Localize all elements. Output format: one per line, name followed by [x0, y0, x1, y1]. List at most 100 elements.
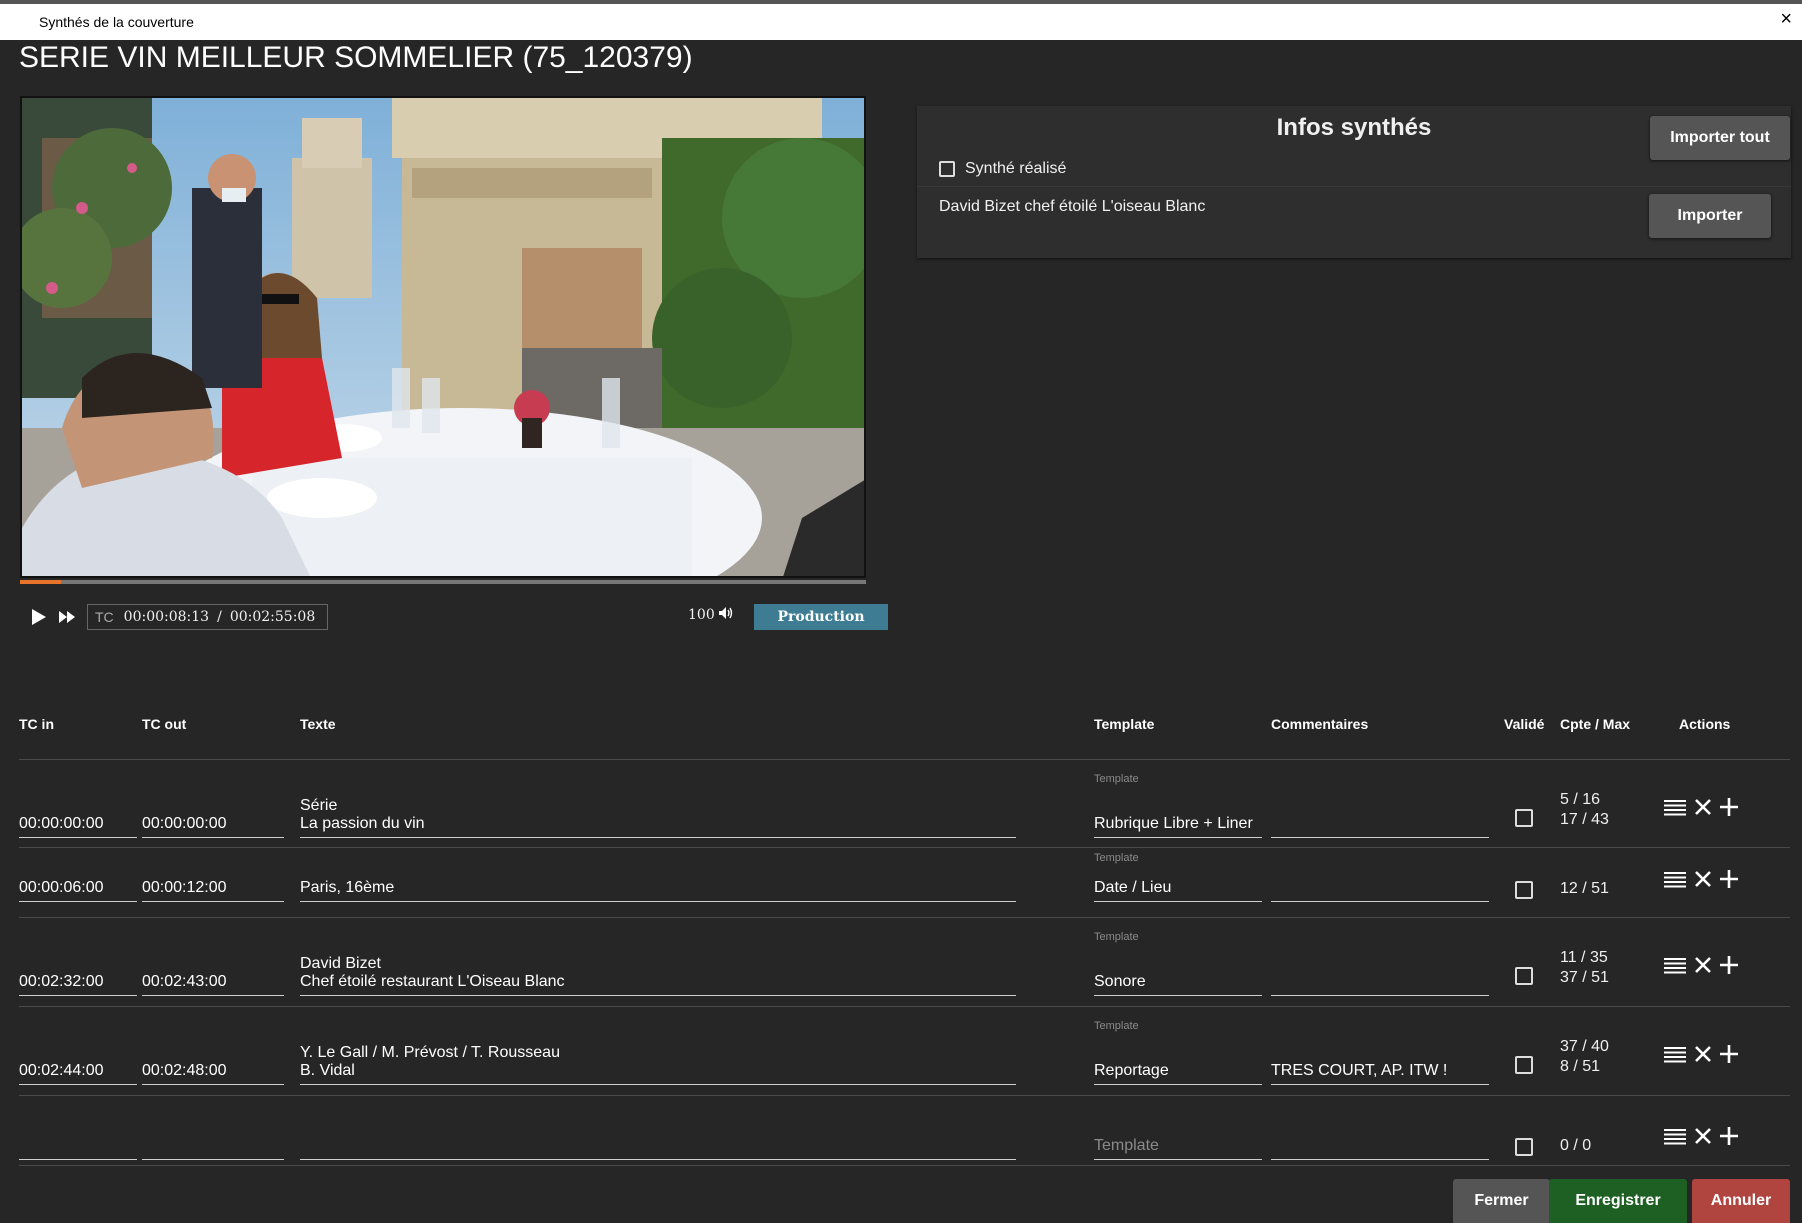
import-button[interactable]: Importer [1649, 194, 1771, 238]
header-texte: Texte [300, 716, 336, 732]
enregistrer-button[interactable]: Enregistrer [1549, 1179, 1687, 1223]
texte-field-line-1: Y. Le Gall / M. Prévost / T. Rousseau [300, 1044, 560, 1061]
valide-checkbox[interactable] [1515, 809, 1533, 827]
add-icon[interactable] [1719, 869, 1739, 889]
template-field[interactable]: Template Sonore [1094, 931, 1262, 996]
tc-in-field[interactable]: 00:00:06:00 [19, 855, 137, 902]
annuler-button[interactable]: Annuler [1692, 1179, 1790, 1223]
video-progress-bar[interactable] [20, 580, 866, 584]
template-field-label: Template [1094, 931, 1139, 943]
tc-in-field[interactable]: 00:02:44:00 [19, 1023, 137, 1085]
texte-field[interactable]: Série La passion du vin [300, 776, 1016, 838]
volume-control[interactable]: 100 [688, 607, 733, 623]
tc-out-field[interactable]: 00:00:00:00 [142, 776, 284, 838]
window-title: Synthés de la couverture [39, 14, 194, 30]
tc-in-field[interactable]: 00:00:00:00 [19, 776, 137, 838]
tc-out-field[interactable] [142, 1112, 284, 1160]
cpte-max-value: 5 / 16 17 / 43 [1560, 790, 1609, 830]
fast-forward-icon[interactable] [59, 603, 75, 631]
commentaire-field[interactable] [1271, 1112, 1489, 1160]
tc-in-field-value: 00:02:44:00 [19, 1062, 104, 1080]
cpte-line-2: 8 / 51 [1560, 1058, 1601, 1075]
window-close-icon[interactable]: × [1780, 8, 1792, 31]
add-icon[interactable] [1719, 1044, 1739, 1064]
tc-out-field-value: 00:00:12:00 [142, 879, 227, 897]
header-tc-out: TC out [142, 716, 187, 732]
row-actions [1663, 955, 1739, 975]
tc-in-field[interactable] [19, 1112, 137, 1160]
video-progress-fill [20, 580, 61, 584]
texte-field[interactable]: Paris, 16ème [300, 855, 1016, 902]
play-icon[interactable] [32, 603, 46, 631]
row-actions [1663, 1126, 1739, 1146]
template-field[interactable]: Template Date / Lieu [1094, 852, 1262, 902]
menu-icon[interactable] [1663, 1126, 1687, 1146]
fermer-button[interactable]: Fermer [1453, 1179, 1550, 1223]
texte-field-value: Paris, 16ème [300, 879, 394, 897]
volume-icon[interactable] [718, 607, 733, 623]
menu-icon[interactable] [1663, 1044, 1687, 1064]
cpte-max-value: 12 / 51 [1560, 879, 1609, 899]
cpte-line-2: 17 / 43 [1560, 811, 1609, 828]
valide-checkbox[interactable] [1515, 881, 1533, 899]
tc-in-field[interactable]: 00:02:32:00 [19, 934, 137, 996]
valide-checkbox[interactable] [1515, 967, 1533, 985]
texte-field-line-1: David Bizet [300, 955, 381, 972]
table-row: 00:00:00:00 00:00:00:00 Série La passion du… [0, 773, 1802, 838]
tc-out-field-line-1: 00:02:48:00 [142, 1062, 227, 1079]
texte-field-line-2: La passion du vin [300, 815, 425, 832]
template-value: Reportage [1094, 1062, 1169, 1079]
template-field[interactable]: Template [1094, 1112, 1262, 1160]
menu-icon[interactable] [1663, 955, 1687, 975]
delete-icon[interactable] [1693, 1044, 1713, 1064]
tc-in-field-value: 00:00:00:00 [19, 815, 104, 833]
production-button[interactable]: Production [754, 604, 888, 630]
commentaire-field[interactable] [1271, 855, 1489, 902]
texte-field[interactable] [300, 1112, 1016, 1160]
delete-icon[interactable] [1693, 955, 1713, 975]
synthe-realise-checkbox[interactable] [939, 161, 955, 177]
texte-field-value: Série La passion du vin [300, 797, 425, 833]
row-actions [1663, 797, 1739, 817]
add-icon[interactable] [1719, 1126, 1739, 1146]
cpte-line-1: 0 / 0 [1560, 1137, 1592, 1154]
delete-icon[interactable] [1693, 797, 1713, 817]
tc-out-field-value: 00:00:00:00 [142, 815, 227, 833]
header-valide: Validé [1504, 716, 1545, 732]
delete-icon[interactable] [1693, 1126, 1713, 1146]
row-actions [1663, 869, 1739, 889]
texte-field[interactable]: David Bizet Chef étoilé restaurant L'Oise… [300, 934, 1016, 996]
template-field[interactable]: Template Rubrique Libre + Liner [1094, 773, 1262, 838]
valide-checkbox[interactable] [1515, 1056, 1533, 1074]
current-timecode: 00:00:08:13 [123, 609, 210, 625]
menu-icon[interactable] [1663, 869, 1687, 889]
tc-out-field[interactable]: 00:02:43:00 [142, 934, 284, 996]
player-controls: TC 00:00:08:13 / 00:02:55:08 100 Product… [30, 603, 888, 631]
commentaire-field[interactable] [1271, 776, 1489, 838]
cpte-line-1: 37 / 40 [1560, 1038, 1609, 1055]
valide-checkbox[interactable] [1515, 1138, 1533, 1156]
timecode-separator: / [217, 609, 222, 625]
row-divider [19, 917, 1790, 918]
tc-out-field-line-1: 00:00:00:00 [142, 815, 227, 832]
commentaire-field[interactable]: TRES COURT, AP. ITW ! [1271, 1023, 1489, 1085]
add-icon[interactable] [1719, 797, 1739, 817]
commentaire-field[interactable] [1271, 934, 1489, 996]
template-field-label: Template [1094, 1020, 1139, 1032]
import-all-button[interactable]: Importer tout [1650, 116, 1790, 160]
add-icon[interactable] [1719, 955, 1739, 975]
tc-in-field-line-1: 00:00:00:00 [19, 815, 104, 832]
cpte-max-value: 37 / 40 8 / 51 [1560, 1037, 1609, 1077]
video-frame[interactable] [20, 96, 866, 578]
texte-field[interactable]: Y. Le Gall / M. Prévost / T. Rousseau B. … [300, 1023, 1016, 1085]
row-actions [1663, 1044, 1739, 1064]
table-row: Template 0 / 0 [0, 1112, 1802, 1160]
tc-out-field[interactable]: 00:02:48:00 [142, 1023, 284, 1085]
cpte-line-1: 5 / 16 [1560, 791, 1601, 808]
tc-out-field[interactable]: 00:00:12:00 [142, 855, 284, 902]
template-placeholder: Template [1094, 1137, 1159, 1154]
template-field[interactable]: Template Reportage [1094, 1020, 1262, 1085]
header-commentaires: Commentaires [1271, 716, 1369, 732]
delete-icon[interactable] [1693, 869, 1713, 889]
menu-icon[interactable] [1663, 797, 1687, 817]
